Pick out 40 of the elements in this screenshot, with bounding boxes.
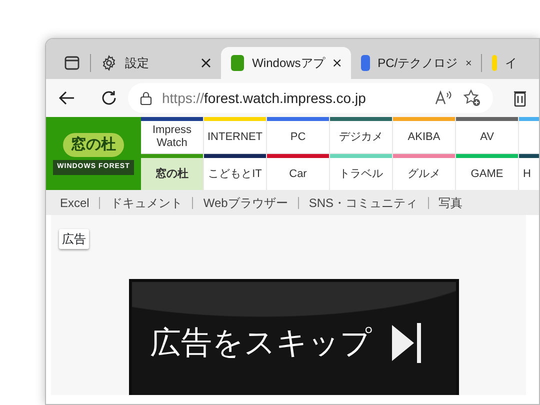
nav-link[interactable]: デジカメ: [330, 117, 392, 153]
category-link[interactable]: Excel: [60, 194, 90, 212]
nav-link[interactable]: Impress Watch: [141, 117, 203, 153]
ad-label: 広告: [59, 229, 89, 249]
logo-title: 窓の杜: [63, 132, 124, 157]
ad-text: 広告をスキップ: [150, 324, 372, 362]
close-icon[interactable]: [332, 58, 341, 68]
close-icon[interactable]: [466, 58, 471, 68]
refresh-icon[interactable]: [100, 89, 118, 107]
tab-panel-icon: [64, 55, 80, 71]
category-link[interactable]: 写真: [438, 194, 462, 212]
nav-link[interactable]: Car: [267, 154, 329, 190]
lock-icon: [140, 91, 152, 105]
category-link[interactable]: ドキュメント: [110, 194, 182, 212]
nav-link[interactable]: AKIBA: [393, 117, 455, 153]
browser-tab[interactable]: イ: [482, 47, 527, 79]
nav-link[interactable]: AV: [456, 117, 518, 153]
category-link[interactable]: SNS・コミュニティ: [308, 194, 418, 212]
gear-icon: [101, 55, 117, 71]
address-bar[interactable]: https://forest.watch.impress.co.jp: [128, 83, 493, 113]
trash-icon[interactable]: [513, 89, 527, 107]
category-link[interactable]: Webブラウザー: [203, 194, 288, 212]
nav-link[interactable]: 窓の杜: [141, 154, 203, 190]
back-icon[interactable]: [58, 89, 76, 107]
nav-link[interactable]: トラベル: [330, 154, 392, 190]
close-icon[interactable]: [201, 58, 211, 68]
browser-tab[interactable]: Windowsアプ: [221, 47, 351, 79]
skip-icon: [390, 321, 422, 365]
nav-link[interactable]: グルメ: [393, 154, 455, 190]
browser-tab[interactable]: 設定: [91, 47, 221, 79]
nav-link[interactable]: PC: [267, 117, 329, 153]
favorite-add-icon[interactable]: [463, 89, 481, 107]
nav-link[interactable]: こどもとIT: [204, 154, 266, 190]
nav-link[interactable]: GAME: [456, 154, 518, 190]
url-text: https://forest.watch.impress.co.jp: [162, 88, 367, 108]
browser-tab[interactable]: PC/テクノロジ: [351, 47, 481, 79]
nav-link[interactable]: INTERNET: [204, 117, 266, 153]
nav-link[interactable]: H: [519, 154, 539, 190]
read-aloud-icon[interactable]: [435, 90, 453, 106]
ad-banner[interactable]: 広告をスキップ: [129, 279, 459, 395]
